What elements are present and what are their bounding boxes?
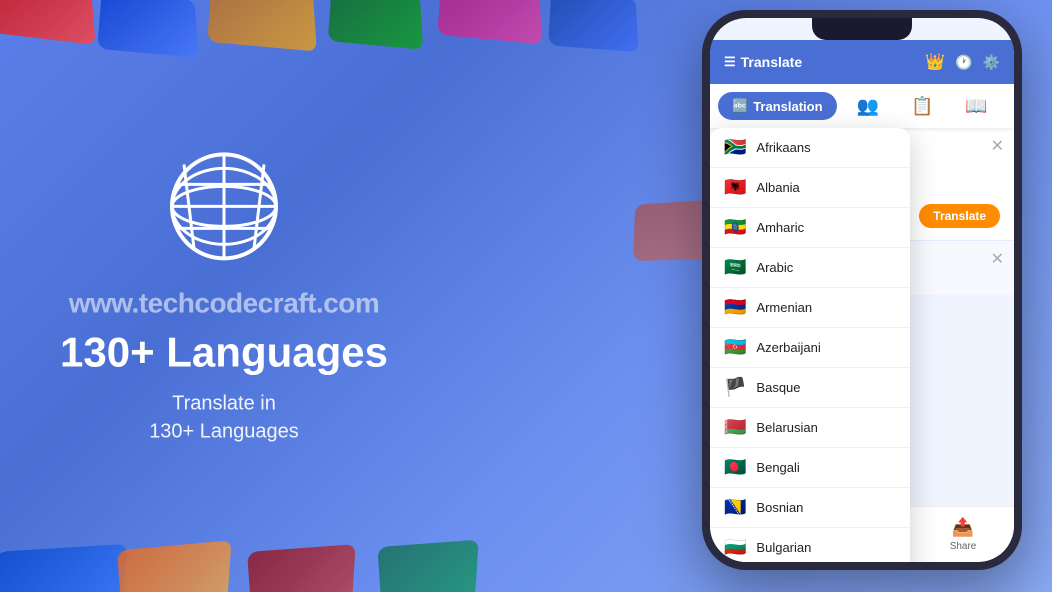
tab-vocab[interactable]: 📋: [899, 90, 945, 123]
lang-item-arabic[interactable]: 🇸🇦 Arabic: [710, 248, 910, 288]
lang-item-belarusian[interactable]: 🇧🇾 Belarusian: [710, 408, 910, 448]
translation-icon: 🔤: [732, 98, 748, 114]
result-close-btn[interactable]: ✕: [991, 249, 1004, 269]
phone-mockup: ☰ Translate 👑 🕐 ⚙️ 🔤 Translation 👥: [702, 10, 1022, 570]
left-content: www.techcodecraft.com 130+ Languages Tra…: [60, 146, 388, 445]
flag-azerbaijani: 🇦🇿: [724, 337, 746, 358]
lang-item-basque[interactable]: 🏴 Basque: [710, 368, 910, 408]
crown-icon[interactable]: 👑: [925, 52, 945, 72]
phone-screen: ☰ Translate 👑 🕐 ⚙️ 🔤 Translation 👥: [710, 18, 1014, 562]
book-icon: 📖: [965, 96, 987, 117]
flag-bulgarian: 🇧🇬: [724, 537, 746, 558]
language-dropdown: 🇿🇦 Afrikaans 🇦🇱 Albania 🇪🇹 Amharic 🇸🇦 Ar…: [710, 128, 910, 562]
lang-item-afrikaans[interactable]: 🇿🇦 Afrikaans: [710, 128, 910, 168]
hero-title: 130+ Languages: [60, 329, 388, 375]
flag-bosnian: 🇧🇦: [724, 497, 746, 518]
nav-tabs: 🔤 Translation 👥 📋 📖: [710, 84, 1014, 128]
lang-item-bosnian[interactable]: 🇧🇦 Bosnian: [710, 488, 910, 528]
lang-item-armenian[interactable]: 🇦🇲 Armenian: [710, 288, 910, 328]
flag-afrikaans: 🇿🇦: [724, 137, 746, 158]
globe-icon: [164, 146, 284, 266]
source-close-btn[interactable]: ✕: [991, 136, 1004, 156]
tab-people[interactable]: 👥: [845, 90, 891, 123]
flag-bengali: 🇧🇩: [724, 457, 746, 478]
phone-frame: ☰ Translate 👑 🕐 ⚙️ 🔤 Translation 👥: [702, 10, 1022, 570]
watermark-text: www.techcodecraft.com: [60, 287, 388, 319]
tab-book[interactable]: 📖: [953, 90, 999, 123]
people-icon: 👥: [857, 96, 879, 117]
lang-item-azerbaijani[interactable]: 🇦🇿 Azerbaijani: [710, 328, 910, 368]
flag-albania: 🇦🇱: [724, 177, 746, 198]
lang-item-amharic[interactable]: 🇪🇹 Amharic: [710, 208, 910, 248]
tab-translation[interactable]: 🔤 Translation: [718, 92, 837, 120]
flag-belarusian: 🇧🇾: [724, 417, 746, 438]
flag-arabic: 🇸🇦: [724, 257, 746, 278]
vocab-icon: 📋: [911, 96, 933, 117]
menu-icon: ☰: [724, 54, 736, 70]
header-icons: 👑 🕐 ⚙️: [925, 52, 1000, 72]
lang-item-albania[interactable]: 🇦🇱 Albania: [710, 168, 910, 208]
share-action[interactable]: 📤 Share: [950, 517, 977, 552]
share-icon: 📤: [952, 517, 974, 538]
lang-item-bengali[interactable]: 🇧🇩 Bengali: [710, 448, 910, 488]
flag-basque: 🏴: [724, 377, 746, 398]
translate-button[interactable]: Translate: [919, 204, 1000, 228]
phone-notch: [812, 18, 912, 40]
app-title: ☰ Translate: [724, 54, 802, 70]
flag-amharic: 🇪🇹: [724, 217, 746, 238]
settings-icon[interactable]: ⚙️: [983, 54, 1000, 71]
clock-icon[interactable]: 🕐: [955, 54, 972, 71]
lang-item-bulgarian[interactable]: 🇧🇬 Bulgarian: [710, 528, 910, 562]
app-header: ☰ Translate 👑 🕐 ⚙️: [710, 40, 1014, 84]
flag-armenian: 🇦🇲: [724, 297, 746, 318]
hero-subtitle: Translate in 130+ Languages: [60, 390, 388, 446]
